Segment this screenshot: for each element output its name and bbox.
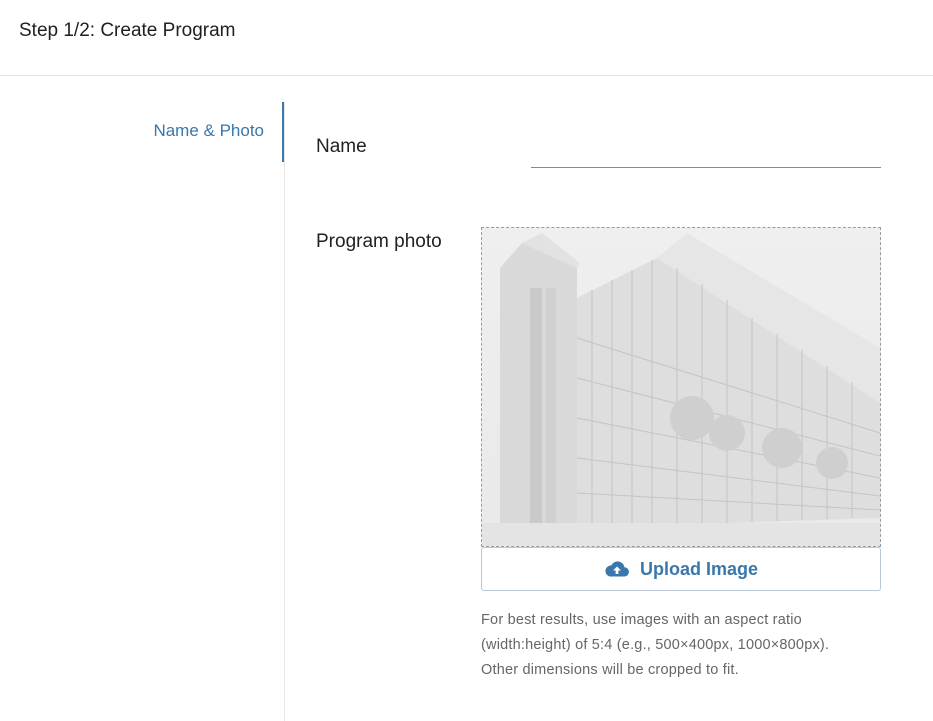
hint-line: For best results, use images with an asp… <box>481 612 802 628</box>
upload-image-label: Upload Image <box>639 558 759 579</box>
upload-image-button[interactable]: Upload Image <box>481 547 881 591</box>
page-header: Step 1/2: Create Program <box>0 0 933 76</box>
page-title: Step 1/2: Create Program <box>19 20 236 41</box>
name-input[interactable] <box>531 136 881 168</box>
name-label: Name <box>316 136 367 157</box>
cloud-upload-icon <box>605 561 629 577</box>
hint-line: Other dimensions will be cropped to fit. <box>481 662 739 678</box>
vertical-divider <box>284 102 285 721</box>
program-photo-label: Program photo <box>316 231 442 252</box>
sidebar-item-name-photo[interactable]: Name & Photo <box>153 121 264 141</box>
hint-line: (width:height) of 5:4 (e.g., 500×400px, … <box>481 637 830 653</box>
building-image <box>482 228 880 546</box>
program-photo-preview[interactable] <box>481 227 881 547</box>
photo-hint-text: For best results, use images with an asp… <box>481 608 881 683</box>
